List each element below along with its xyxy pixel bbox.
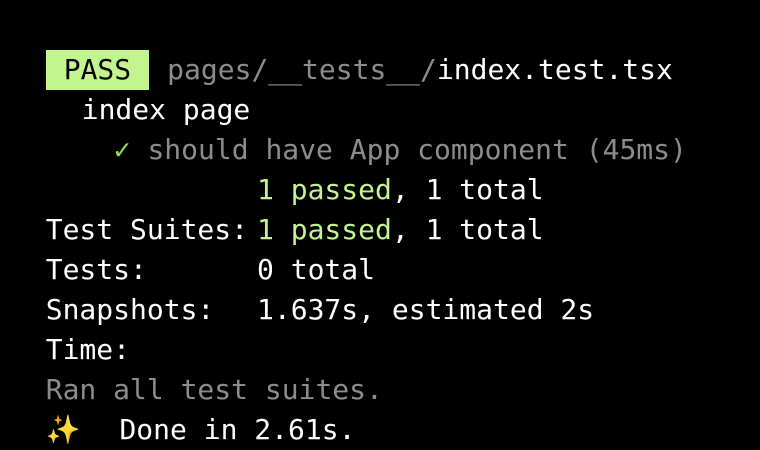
ran-all-line: Ran all test suites. — [12, 330, 383, 406]
tests-passed: 1 passed — [257, 213, 392, 246]
done-line: ✨ Done in 2.61s. — [12, 370, 356, 446]
test-name: should have App component (45ms) — [147, 133, 687, 166]
summary-tests: Tests: 1 passed, 1 total — [12, 210, 752, 286]
summary-time: Time: 1.637s, estimated 2s — [12, 290, 752, 366]
check-icon: ✓ — [113, 133, 131, 166]
describe-line: index page — [48, 50, 251, 126]
sparkles-icon: ✨ — [45, 413, 81, 446]
suites-total: , 1 total — [391, 173, 544, 206]
test-file-name: index.test.tsx — [436, 53, 673, 86]
snapshots-value: 0 total — [257, 253, 376, 286]
test-result-line: ✓ should have App component (45ms) — [80, 90, 687, 166]
pass-line: PASS pages/__tests__/index.test.tsx — [12, 10, 673, 90]
time-value: 1.637s, estimated 2s — [257, 293, 595, 326]
suites-passed: 1 passed — [257, 173, 392, 206]
summary-suites: Test Suites: 1 passed, 1 total — [12, 170, 752, 246]
summary-snapshots: Snapshots: 0 total — [12, 250, 752, 326]
tests-total: , 1 total — [391, 213, 544, 246]
